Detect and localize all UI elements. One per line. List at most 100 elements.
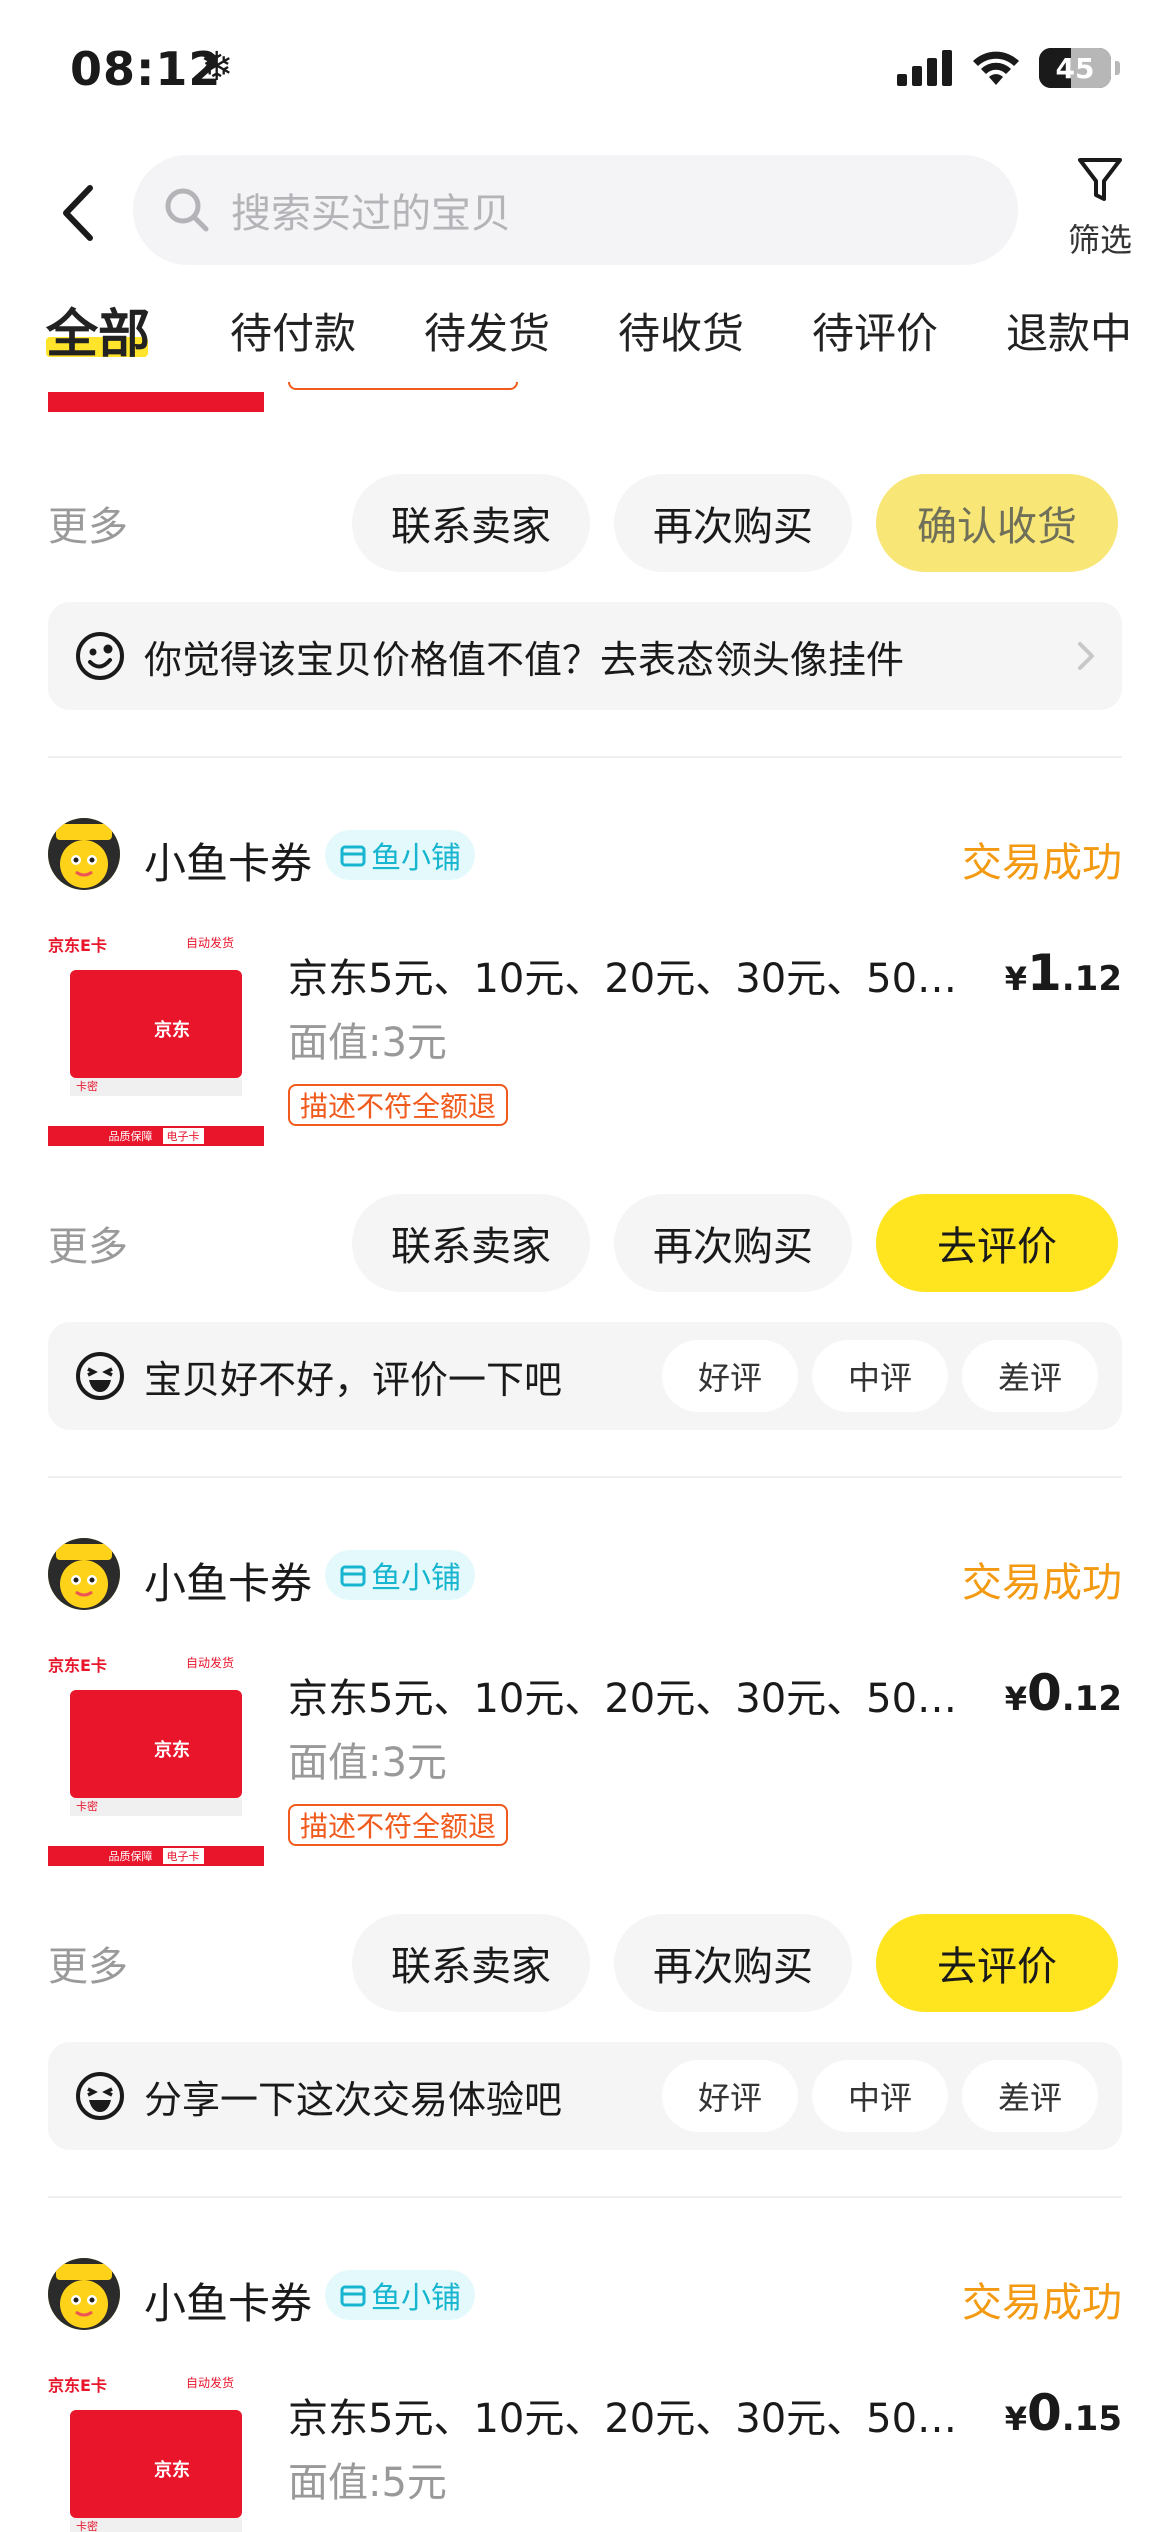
- tab-all[interactable]: 全部: [46, 292, 150, 367]
- thumb-logo: 京东: [154, 1020, 190, 1041]
- order-status: 交易成功: [962, 2280, 1122, 2326]
- contact-seller-button[interactable]: 联系卖家: [352, 1914, 590, 2012]
- thumb-ecard: 电子卡: [162, 1848, 204, 1864]
- tab-refunding[interactable]: 退款中: [1006, 300, 1132, 361]
- more-link[interactable]: 更多: [48, 1214, 128, 1272]
- tab-pending-payment[interactable]: 待付款: [230, 300, 356, 361]
- price-integer: 0: [1026, 1664, 1062, 1722]
- bad-rating-button[interactable]: 差评: [962, 1340, 1098, 1412]
- back-button[interactable]: [48, 178, 118, 248]
- search-input[interactable]: 搜索买过的宝贝: [133, 155, 1018, 265]
- thumb-guarantee: 品质保障: [108, 1130, 153, 1143]
- review-button[interactable]: 去评价: [876, 1914, 1118, 2012]
- review-prompt-text: 宝贝好不好，评价一下吧: [144, 1357, 563, 1402]
- thumb-auto: 自动发货: [186, 2376, 235, 2390]
- shop-name[interactable]: 小鱼卡券: [144, 1550, 312, 1611]
- shop-badge: 鱼小铺: [325, 1550, 475, 1600]
- shop-badge: 鱼小铺: [325, 830, 475, 880]
- laughing-face-icon: [76, 1352, 124, 1400]
- shop-name[interactable]: 小鱼卡券: [144, 830, 312, 891]
- fish-mascot-icon: [48, 818, 120, 890]
- gift-card-image: 京东: [70, 970, 242, 1078]
- shop-avatar[interactable]: [48, 2258, 120, 2330]
- shop-avatar[interactable]: [48, 1538, 120, 1610]
- shop-badge-label: 鱼小铺: [371, 2281, 461, 2316]
- chevron-right-icon: [1078, 642, 1094, 670]
- header: 搜索买过的宝贝 筛选: [0, 150, 1170, 280]
- order-list: 更多 联系卖家 再次购买 确认收货 你觉得该宝贝价格值不值？去表态领头像挂件 小…: [0, 382, 1170, 2532]
- filter-button[interactable]: 筛选: [1050, 155, 1150, 265]
- neutral-rating-button[interactable]: 中评: [812, 1340, 948, 1412]
- order-tabs: 全部 待付款 待发货 待收货 待评价 退款中: [0, 292, 1170, 382]
- product-thumbnail[interactable]: 京东E卡 自动发货 京东 卡密: [48, 2370, 264, 2532]
- price-integer: 1: [1026, 944, 1062, 1002]
- confirm-receipt-button[interactable]: 确认收货: [876, 474, 1118, 572]
- product-thumbnail[interactable]: 京东E卡 自动发货 京东 卡密 品质保障 电子卡: [48, 930, 264, 1146]
- product-thumbnail[interactable]: [48, 382, 264, 412]
- more-link[interactable]: 更多: [48, 494, 128, 552]
- refund-guarantee-tag: 描述不符全额退: [288, 1804, 509, 1846]
- item-title[interactable]: 京东5元、10元、20元、30元、50元、100元: [288, 946, 978, 1004]
- price-symbol: ¥: [1004, 1680, 1027, 1718]
- divider: [48, 1476, 1122, 1478]
- shop-badge-label: 鱼小铺: [371, 1561, 461, 1596]
- neutral-rating-button[interactable]: 中评: [812, 2060, 948, 2132]
- shop-icon: [340, 845, 366, 867]
- buy-again-button[interactable]: 再次购买: [614, 474, 852, 572]
- contact-seller-button[interactable]: 联系卖家: [352, 474, 590, 572]
- bad-rating-button[interactable]: 差评: [962, 2060, 1098, 2132]
- shop-name[interactable]: 小鱼卡券: [144, 2270, 312, 2331]
- price-symbol: ¥: [1004, 960, 1027, 998]
- filter-funnel-icon: [1078, 158, 1122, 201]
- battery-indicator: 45: [1039, 48, 1111, 88]
- thumb-auto: 自动发货: [186, 1656, 235, 1670]
- thumb-ecard: 电子卡: [162, 1128, 204, 1144]
- good-rating-button[interactable]: 好评: [662, 2060, 798, 2132]
- review-prompt-text: 分享一下这次交易体验吧: [144, 2077, 563, 2122]
- tab-pending-review[interactable]: 待评价: [812, 300, 938, 361]
- tab-pending-receipt[interactable]: 待收货: [618, 300, 744, 361]
- shop-icon: [340, 2285, 366, 2307]
- review-prompt-bar: 宝贝好不好，评价一下吧 好评 中评 差评: [48, 1322, 1122, 1430]
- search-icon: [165, 188, 209, 232]
- back-arrow-icon: [63, 185, 93, 241]
- item-title[interactable]: 京东5元、10元、20元、30元、50元、100元: [288, 1666, 978, 1724]
- banner-text: 你觉得该宝贝价格值不值？去表态领头像挂件: [144, 637, 905, 682]
- item-spec: 面值:3元: [288, 1740, 447, 1786]
- thumb-logo: 京东: [154, 2460, 190, 2481]
- thumb-card: 卡密: [70, 1798, 242, 1816]
- price-feedback-banner[interactable]: 你觉得该宝贝价格值不值？去表态领头像挂件: [48, 602, 1122, 710]
- gift-card-image: 京东: [70, 2410, 242, 2518]
- status-time: 08:12: [70, 42, 222, 96]
- cellular-signal-icon: [897, 50, 952, 86]
- more-link[interactable]: 更多: [48, 1934, 128, 1992]
- shop-badge-label: 鱼小铺: [371, 841, 461, 876]
- thumb-guarantee: 品质保障: [108, 1850, 153, 1863]
- status-bar: 08:12 ❄ 45: [0, 0, 1170, 150]
- thumb-brand: 京东E卡: [48, 1656, 107, 1675]
- battery-percent: 45: [1055, 51, 1095, 85]
- filter-label: 筛选: [1067, 221, 1132, 259]
- buy-again-button[interactable]: 再次购买: [614, 1194, 852, 1292]
- product-thumbnail[interactable]: 京东E卡 自动发货 京东 卡密 品质保障 电子卡: [48, 1650, 264, 1866]
- price-decimal: .15: [1061, 2399, 1122, 2439]
- gift-card-image: 京东: [70, 1690, 242, 1798]
- thumb-brand: 京东E卡: [48, 2376, 107, 2395]
- item-price: ¥0.12: [1005, 1664, 1122, 1722]
- buy-again-button[interactable]: 再次购买: [614, 1914, 852, 2012]
- review-button[interactable]: 去评价: [876, 1194, 1118, 1292]
- price-symbol: ¥: [1004, 2400, 1027, 2438]
- review-prompt-bar: 分享一下这次交易体验吧 好评 中评 差评: [48, 2042, 1122, 2150]
- order-status: 交易成功: [962, 840, 1122, 886]
- thumb-auto: 自动发货: [186, 936, 235, 950]
- shop-avatar[interactable]: [48, 818, 120, 890]
- contact-seller-button[interactable]: 联系卖家: [352, 1194, 590, 1292]
- item-tag-fragment: [288, 382, 518, 390]
- item-title[interactable]: 京东5元、10元、20元、30元、50元、100元: [288, 2386, 978, 2444]
- laughing-face-icon: [76, 2072, 124, 2120]
- wifi-icon: [973, 51, 1019, 85]
- tab-pending-shipment[interactable]: 待发货: [424, 300, 550, 361]
- price-decimal: .12: [1061, 959, 1122, 999]
- good-rating-button[interactable]: 好评: [662, 1340, 798, 1412]
- price-integer: 0: [1026, 2384, 1062, 2442]
